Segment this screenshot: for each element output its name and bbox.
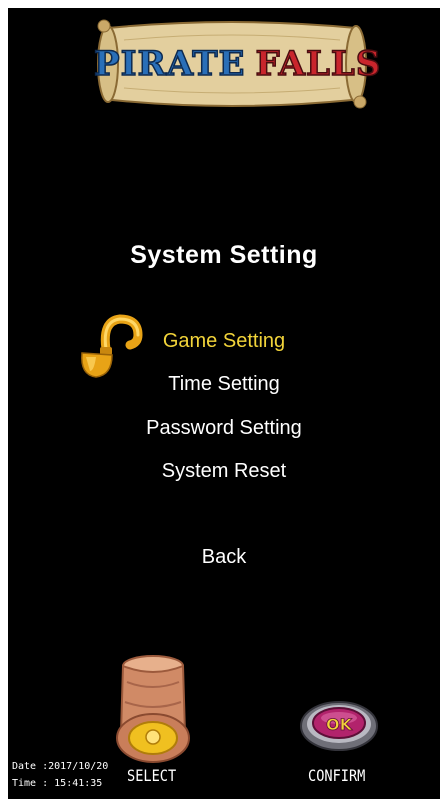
menu-item-game-setting[interactable]: Game Setting <box>8 330 440 353</box>
date-time-display: Date :2017/10/20 Time : 15:41:35 <box>12 758 108 792</box>
confirm-label: CONFIRM <box>308 766 366 785</box>
menu-item-system-reset[interactable]: System Reset <box>8 460 440 483</box>
select-label: SELECT <box>127 766 177 785</box>
game-logo: PIRATE FALLS <box>93 14 381 114</box>
date-label: Date : <box>12 761 49 772</box>
logo-text: PIRATE FALLS <box>93 43 381 85</box>
date-value: 2017/10/20 <box>48 761 109 772</box>
page-title: System Setting <box>130 241 318 269</box>
logo-word-falls: FALLS <box>255 43 382 85</box>
system-setting-screen: PIRATE FALLS System Setting Game Setting … <box>8 8 440 799</box>
menu-item-back[interactable]: Back <box>8 546 440 569</box>
ok-button-text: OK <box>326 715 353 734</box>
treasure-knob-icon[interactable] <box>112 652 194 772</box>
time-value: 15:41:35 <box>54 778 103 789</box>
menu-item-time-setting[interactable]: Time Setting <box>8 373 440 396</box>
ok-button-icon[interactable]: OK <box>298 694 380 754</box>
logo-word-pirate: PIRATE <box>93 43 246 85</box>
menu-item-password-setting[interactable]: Password Setting <box>8 417 440 440</box>
time-label: Time : <box>12 778 49 789</box>
